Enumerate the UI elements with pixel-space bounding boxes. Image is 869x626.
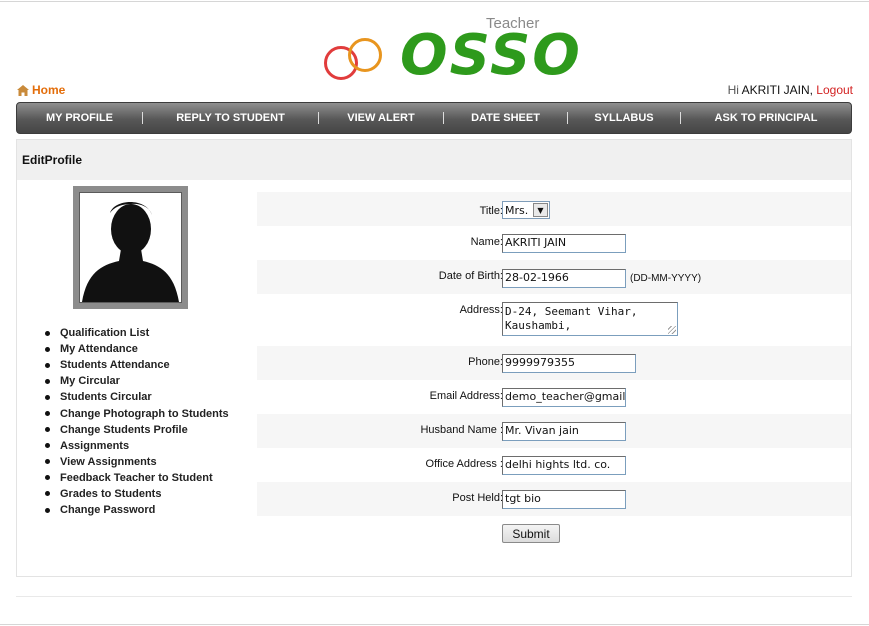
nav-reply-to-student[interactable]: REPLY TO STUDENT bbox=[143, 112, 318, 124]
sidebar-item-label: Feedback Teacher to Student bbox=[60, 471, 213, 484]
office-label: Office Address : bbox=[425, 458, 503, 470]
office-address-input[interactable]: delhi hights ltd. co. bbox=[502, 456, 626, 475]
sidebar-item-grades[interactable]: Grades to Students bbox=[45, 486, 229, 502]
sidebar-item-change-password[interactable]: Change Password bbox=[45, 502, 229, 518]
sidebar-item-students-attendance[interactable]: Students Attendance bbox=[45, 357, 229, 373]
sidebar-item-feedback[interactable]: Feedback Teacher to Student bbox=[45, 470, 229, 486]
sidebar-item-label: My Circular bbox=[60, 375, 120, 388]
sidebar-item-label: Qualification List bbox=[60, 327, 150, 340]
sidebar-item-change-students-profile[interactable]: Change Students Profile bbox=[45, 422, 229, 438]
form-row-dob: Date of Birth: 28-02-1966 (DD-MM-YYYY) bbox=[257, 260, 851, 294]
nav-date-sheet[interactable]: DATE SHEET bbox=[444, 112, 567, 124]
nav-syllabus[interactable]: SYLLABUS bbox=[568, 112, 680, 124]
address-label: Address: bbox=[459, 304, 503, 316]
name-label: Name: bbox=[470, 236, 503, 248]
sidebar-item-qualification-list[interactable]: Qualification List bbox=[45, 325, 229, 341]
title-selected-value: Mrs. bbox=[505, 203, 529, 217]
sidebar-item-label: View Assignments bbox=[60, 455, 157, 468]
address-textarea[interactable]: D-24, Seemant Vihar, Kaushambi, bbox=[502, 302, 678, 336]
name-input[interactable]: AKRITI JAIN bbox=[502, 234, 626, 253]
sidebar-item-label: Grades to Students bbox=[60, 487, 162, 500]
sidebar-item-label: Change Password bbox=[60, 504, 156, 517]
greeting-text: Hi bbox=[727, 83, 739, 97]
post-held-input[interactable]: tgt bio bbox=[502, 490, 626, 509]
sidebar-item-label: Change Photograph to Students bbox=[60, 407, 229, 420]
bullet-icon bbox=[45, 362, 50, 368]
form-row-email: Email Address: demo_teacher@gmail bbox=[257, 380, 851, 414]
sidebar-item-students-circular[interactable]: Students Circular bbox=[45, 389, 229, 405]
dob-input[interactable]: 28-02-1966 bbox=[502, 269, 626, 288]
bullet-icon bbox=[45, 443, 50, 449]
sidebar-item-assignments[interactable]: Assignments bbox=[45, 438, 229, 454]
bullet-icon bbox=[45, 427, 50, 433]
form-row-name: Name: AKRITI JAIN bbox=[257, 226, 851, 260]
edit-profile-panel: EditProfile Qualification List My Attend… bbox=[16, 139, 852, 577]
sidebar-item-label: Students Attendance bbox=[60, 359, 170, 372]
email-label: Email Address: bbox=[429, 390, 503, 402]
dob-label: Date of Birth: bbox=[438, 270, 503, 282]
form-row-husband: Husband Name : Mr. Vivan jain bbox=[257, 414, 851, 448]
form-row-address: Address: D-24, Seemant Vihar, Kaushambi, bbox=[257, 294, 851, 346]
form-row-submit: Submit bbox=[257, 516, 851, 550]
bullet-icon bbox=[45, 507, 50, 513]
title-label: Title: bbox=[479, 205, 503, 217]
logout-link[interactable]: Logout bbox=[816, 83, 853, 97]
husband-label: Husband Name : bbox=[420, 424, 503, 436]
address-line-2: Kaushambi, bbox=[505, 319, 572, 332]
bullet-icon bbox=[45, 491, 50, 497]
submit-button[interactable]: Submit bbox=[502, 524, 560, 543]
user-name: AKRITI JAIN, bbox=[741, 83, 813, 97]
form-row-title: Title: Mrs. ▼ bbox=[257, 192, 851, 226]
nav-my-profile[interactable]: MY PROFILE bbox=[17, 112, 142, 124]
sidebar-item-label: Change Students Profile bbox=[60, 423, 188, 436]
sidebar-item-label: My Attendance bbox=[60, 343, 138, 356]
resize-grip-icon[interactable] bbox=[668, 326, 676, 334]
bullet-icon bbox=[45, 346, 50, 352]
home-link[interactable]: Home bbox=[17, 83, 65, 97]
logo-orange-ring bbox=[348, 38, 382, 72]
footer-divider bbox=[16, 596, 852, 597]
edit-profile-form: Title: Mrs. ▼ Name: AKRITI JAIN Date of … bbox=[257, 192, 851, 550]
bullet-icon bbox=[45, 330, 50, 336]
nav-ask-to-principal[interactable]: ASK TO PRINCIPAL bbox=[681, 112, 851, 124]
bottom-border bbox=[0, 624, 869, 625]
sidebar-item-change-photograph[interactable]: Change Photograph to Students bbox=[45, 405, 229, 421]
email-input[interactable]: demo_teacher@gmail bbox=[502, 388, 626, 407]
sidebar-item-view-assignments[interactable]: View Assignments bbox=[45, 454, 229, 470]
home-label: Home bbox=[32, 83, 66, 97]
panel-title: EditProfile bbox=[17, 140, 851, 180]
sidebar-item-my-circular[interactable]: My Circular bbox=[45, 373, 229, 389]
form-row-phone: Phone: 9999979355 bbox=[257, 346, 851, 380]
address-line-1: D-24, Seemant Vihar, bbox=[505, 305, 638, 318]
avatar bbox=[79, 192, 182, 303]
dropdown-arrow-icon: ▼ bbox=[533, 203, 548, 217]
person-silhouette-icon bbox=[82, 202, 179, 302]
sidebar-menu: Qualification List My Attendance Student… bbox=[45, 325, 229, 518]
logo-text: OSSO bbox=[400, 23, 582, 88]
dob-format-hint: (DD-MM-YYYY) bbox=[630, 273, 702, 284]
post-label: Post Held: bbox=[452, 492, 503, 504]
profile-photo bbox=[73, 186, 188, 309]
main-nav: MY PROFILE REPLY TO STUDENT VIEW ALERT D… bbox=[16, 102, 852, 134]
form-row-post: Post Held: tgt bio bbox=[257, 482, 851, 516]
husband-input[interactable]: Mr. Vivan jain bbox=[502, 422, 626, 441]
sidebar-item-label: Students Circular bbox=[60, 391, 152, 404]
phone-input[interactable]: 9999979355 bbox=[502, 354, 636, 373]
form-row-office: Office Address : delhi hights ltd. co. bbox=[257, 448, 851, 482]
sidebar-item-my-attendance[interactable]: My Attendance bbox=[45, 341, 229, 357]
bullet-icon bbox=[45, 378, 50, 384]
title-select[interactable]: Mrs. ▼ bbox=[502, 201, 550, 219]
phone-label: Phone: bbox=[468, 356, 503, 368]
user-greeting: Hi AKRITI JAIN, Logout bbox=[728, 83, 853, 97]
home-icon bbox=[17, 84, 29, 96]
bullet-icon bbox=[45, 411, 50, 417]
bullet-icon bbox=[45, 394, 50, 400]
sidebar-item-label: Assignments bbox=[60, 439, 130, 452]
bullet-icon bbox=[45, 475, 50, 481]
bullet-icon bbox=[45, 459, 50, 465]
top-border bbox=[0, 1, 869, 2]
nav-view-alert[interactable]: VIEW ALERT bbox=[319, 112, 443, 124]
osso-logo: Teacher OSSO bbox=[320, 14, 580, 86]
